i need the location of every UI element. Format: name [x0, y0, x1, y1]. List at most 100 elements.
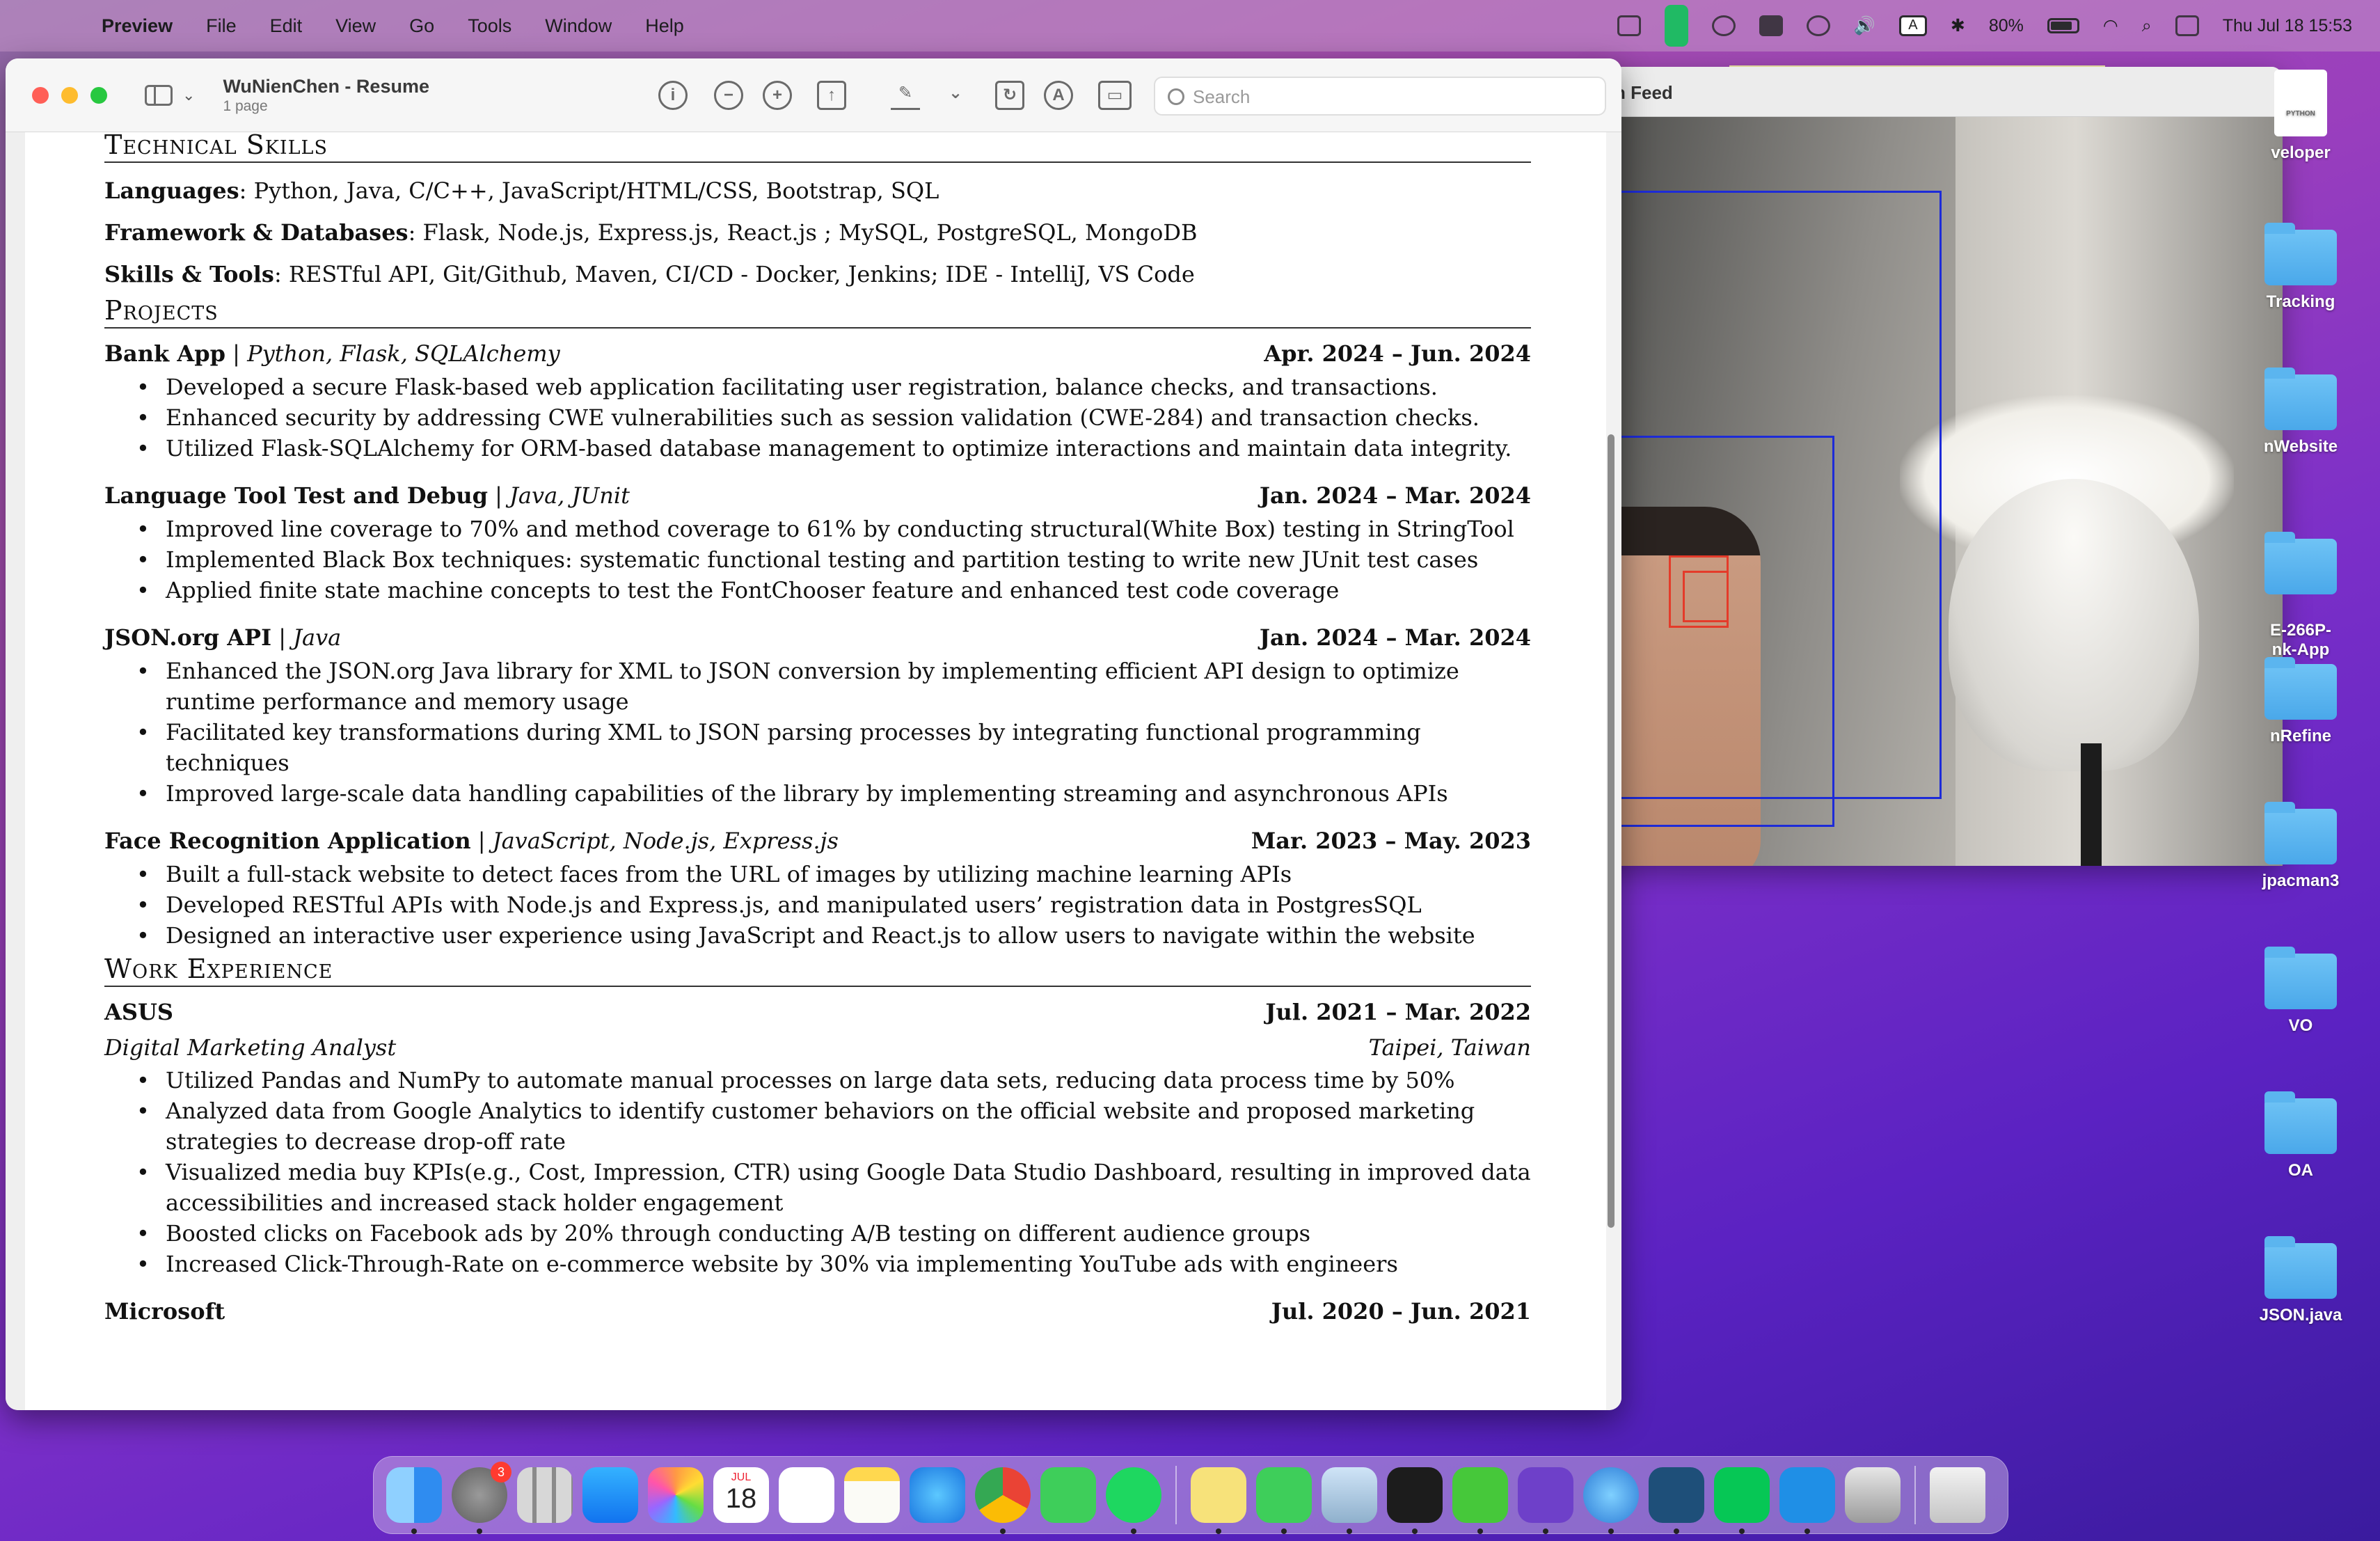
dock-mysql-workbench-icon[interactable]	[1649, 1467, 1704, 1534]
menu-view[interactable]: View	[335, 15, 376, 37]
desktop-folder-oa[interactable]: OA	[2245, 1091, 2356, 1180]
control-center-icon[interactable]	[2175, 15, 2199, 36]
battery-icon[interactable]	[2047, 18, 2079, 33]
desktop-label: JSON.java	[2259, 1306, 2342, 1325]
zoom-in-icon[interactable]: +	[763, 81, 792, 110]
bullet: Utilized Pandas and NumPy to automate ma…	[134, 1065, 1532, 1096]
desktop-file-developer[interactable]: PYTHON veloper	[2245, 70, 2356, 163]
left-gutter	[6, 132, 25, 1410]
desktop-label: nRefine	[2269, 727, 2331, 745]
input-source-icon[interactable]: A	[1898, 15, 1927, 36]
spotlight-icon[interactable]: ⌕	[2142, 16, 2152, 36]
folder-icon	[2264, 657, 2337, 720]
camera-feed-window[interactable]: n Feed	[1594, 67, 2283, 866]
wifi-icon[interactable]: ◠	[2103, 15, 2118, 36]
menu-window[interactable]: Window	[545, 15, 612, 37]
lamp-shade	[1949, 479, 2199, 771]
menu-tools[interactable]: Tools	[468, 15, 511, 37]
scrollbar-thumb[interactable]	[1608, 434, 1615, 1228]
bullet: Facilitated key transformations during X…	[134, 717, 1532, 778]
form-fill-icon[interactable]: ▭	[1098, 81, 1132, 110]
desktop-folder-refine[interactable]: nRefine	[2245, 657, 2356, 746]
job-header: ASUS Jul. 2021 – Mar. 2022	[104, 994, 1531, 1030]
project-dates: Apr. 2024 – Jun. 2024	[1264, 340, 1531, 367]
zoom-out-icon[interactable]: −	[714, 81, 743, 110]
preview-window[interactable]: ⌄ WuNienChen - Resume 1 page i − + ↑ ✎ ⌄…	[6, 58, 1621, 1410]
dock-messages-icon[interactable]	[1256, 1467, 1312, 1534]
menu-bar: Preview File Edit View Go Tools Window H…	[0, 0, 2380, 52]
menu-file[interactable]: File	[206, 15, 237, 37]
notification-badge: 3	[491, 1462, 511, 1483]
line-status-icon[interactable]	[1664, 5, 1688, 47]
markup-chevron-icon[interactable]: ⌄	[941, 81, 970, 110]
dock-finder-icon[interactable]	[386, 1467, 442, 1534]
project-bullets: Improved line coverage to 70% and method…	[134, 514, 1531, 606]
dock-safari-icon[interactable]	[910, 1467, 965, 1523]
project-name: JSON.org API	[104, 624, 272, 651]
dock-reminders-icon[interactable]	[779, 1467, 834, 1523]
clock[interactable]: Thu Jul 18 15:53	[2223, 16, 2352, 36]
folder-icon	[2264, 532, 2337, 594]
folder-icon	[2264, 223, 2337, 285]
desktop-label: nWebsite	[2263, 437, 2338, 456]
dock-rocket-icon[interactable]	[1845, 1467, 1901, 1523]
annotate-icon[interactable]: A	[1044, 81, 1073, 110]
dock-preview-icon[interactable]	[1322, 1467, 1377, 1534]
dock-line-icon[interactable]	[1714, 1467, 1770, 1534]
dock-app-store-icon[interactable]	[582, 1467, 638, 1523]
project-dates: Mar. 2023 – May. 2023	[1251, 828, 1531, 854]
markup-pen-icon[interactable]: ✎	[891, 81, 920, 110]
python-file-icon: PYTHON	[2274, 70, 2327, 136]
desktop-label: jpacman3	[2262, 871, 2340, 890]
play-icon[interactable]	[1806, 15, 1830, 36]
minimize-button[interactable]	[61, 86, 78, 104]
menu-app-name[interactable]: Preview	[102, 15, 173, 37]
dock-facetime-icon[interactable]	[1040, 1467, 1096, 1523]
bullet: Boosted clicks on Facebook ads by 20% th…	[134, 1218, 1532, 1249]
dock-launchpad-icon[interactable]	[517, 1467, 573, 1523]
bluetooth-icon[interactable]: ✱	[1951, 15, 1965, 36]
dock-terminal-icon[interactable]	[1387, 1467, 1443, 1534]
desktop-folder-website[interactable]: nWebsite	[2245, 368, 2356, 457]
dock-vscode-icon[interactable]	[1779, 1467, 1835, 1534]
chevron-down-icon[interactable]: ⌄	[182, 86, 195, 104]
menu-help[interactable]: Help	[645, 15, 684, 37]
info-icon[interactable]: i	[658, 81, 688, 110]
dock-separator	[1175, 1466, 1177, 1524]
dock-github-desktop-icon[interactable]	[1518, 1467, 1573, 1534]
skill-line: Languages: Python, Java, C/C++, JavaScri…	[104, 170, 1531, 212]
menu-go[interactable]: Go	[409, 15, 434, 37]
dock-system-settings-icon[interactable]: 3	[452, 1462, 511, 1534]
job-dates: Jul. 2020 – Jun. 2021	[1271, 1298, 1531, 1325]
desktop-folder-tracking[interactable]: Tracking	[2245, 223, 2356, 312]
dock-green-app-icon[interactable]	[1452, 1467, 1508, 1534]
company-name: Microsoft	[104, 1298, 225, 1325]
menu-edit[interactable]: Edit	[270, 15, 303, 37]
search-input[interactable]: Search	[1154, 77, 1606, 116]
rotate-icon[interactable]: ↻	[995, 81, 1024, 110]
dock-chrome-icon[interactable]	[975, 1467, 1031, 1534]
folder-icon	[2264, 1091, 2337, 1154]
bullet: Designed an interactive user experience …	[134, 920, 1532, 951]
volume-icon[interactable]: 🔊	[1854, 16, 1875, 36]
dock: 3 JUL 18	[373, 1456, 2008, 1534]
sidebar-toggle-icon[interactable]	[145, 84, 173, 106]
close-button[interactable]	[32, 86, 49, 104]
zoom-button[interactable]	[90, 86, 107, 104]
dock-spotify-icon[interactable]	[1106, 1467, 1161, 1534]
desktop-folder-vo[interactable]: VO	[2245, 947, 2356, 1036]
dock-stickies-icon[interactable]	[1191, 1467, 1246, 1534]
cube-icon[interactable]	[1617, 15, 1641, 36]
share-icon[interactable]: ↑	[817, 81, 846, 110]
dock-trash-icon[interactable]	[1930, 1467, 1985, 1523]
desktop-folder-jpacman3[interactable]: jpacman3	[2245, 802, 2356, 891]
battery-percent: 80%	[1988, 15, 2024, 35]
dock-calendar-icon[interactable]: JUL 18	[713, 1467, 769, 1523]
desktop-folder-app[interactable]: E-266P- nk-App	[2245, 519, 2356, 660]
vpn-icon[interactable]	[1711, 15, 1736, 36]
clipboard-icon[interactable]	[1759, 15, 1783, 36]
desktop-folder-json-java[interactable]: JSON.java	[2245, 1236, 2356, 1325]
dock-notes-icon[interactable]	[844, 1467, 900, 1523]
dock-network-utility-icon[interactable]	[1583, 1467, 1639, 1534]
dock-photos-icon[interactable]	[648, 1467, 704, 1523]
